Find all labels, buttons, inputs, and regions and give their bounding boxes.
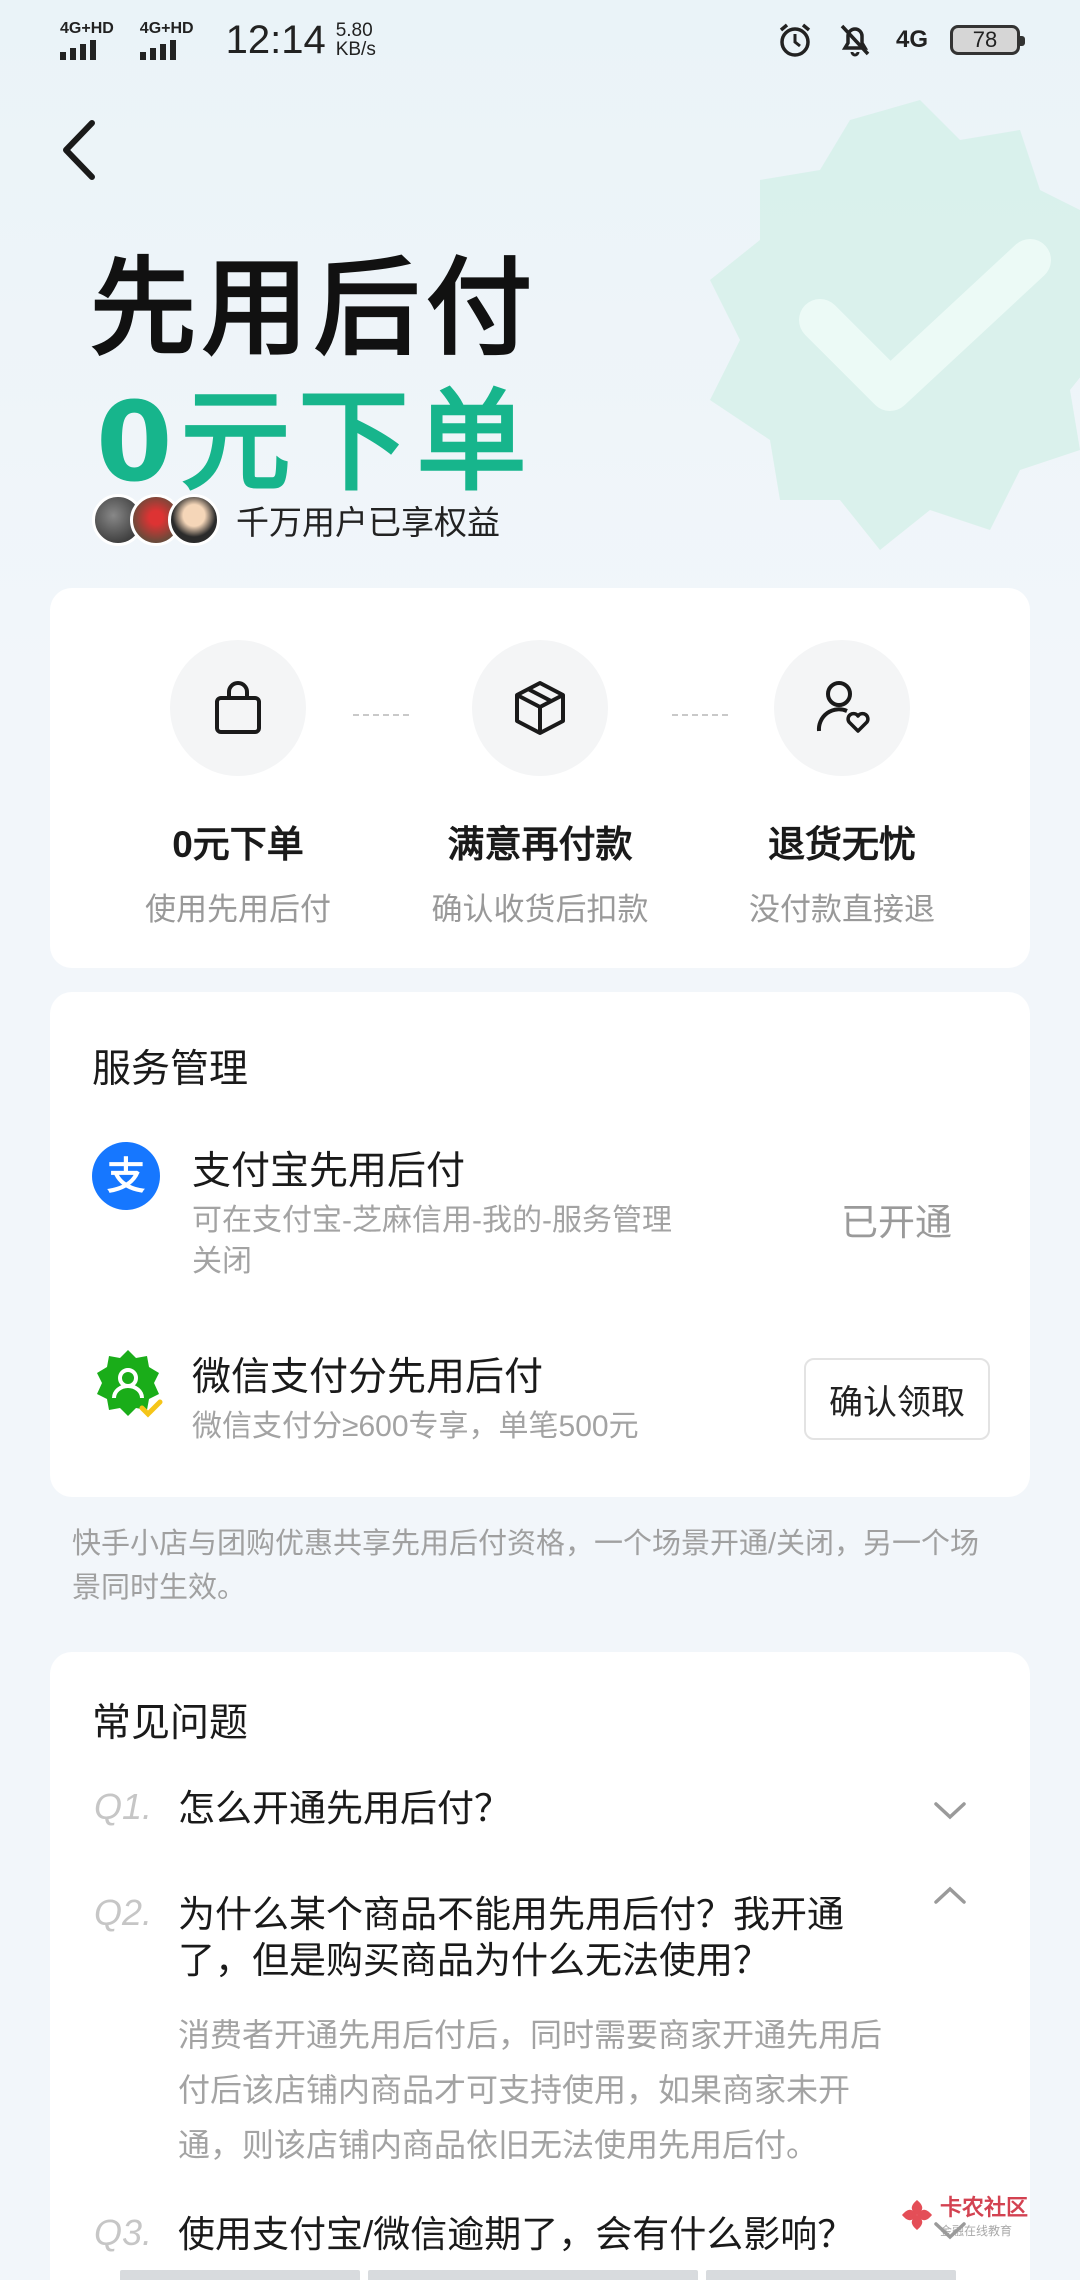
alarm-icon [779, 23, 811, 57]
battery-icon: 78 [950, 25, 1025, 55]
signal-indicator-1: 4G+HD [60, 20, 114, 60]
page-subtitle: 0元下单 [96, 378, 535, 506]
service-management-card: 服务管理 支 支付宝先用后付 可在支付宝-芝麻信用-我的-服务管理 关闭 已开通… [50, 992, 1030, 1497]
sharing-note: 快手小店与团购优惠共享先用后付资格，一个场景开通/关闭，另一个场景同时生效。 [72, 1528, 980, 1604]
status-bar: 4G+HD 4G+HD 12:14 5.80 KB/s 4G 78 [0, 0, 1080, 80]
user-heart-icon [816, 681, 870, 733]
alipay-service-title: 支付宝先用后付 [192, 1150, 466, 1193]
package-box-icon [515, 681, 565, 735]
avatar [168, 494, 220, 546]
back-arrow-icon[interactable] [56, 115, 106, 185]
wechat-service-desc: 微信支付分≥600专享，单笔500元 [192, 1410, 639, 1443]
signal-bars-icon [139, 39, 176, 60]
verified-badge-decoration [710, 100, 1080, 550]
watermark: 卡农社区 金融在线教育 [900, 2190, 1028, 2239]
faq-item-q3[interactable]: Q3. 使用支付宝/微信逾期了，会有什么影响？ [94, 2212, 854, 2258]
user-avatars-row: 千万用户已享权益 [92, 494, 500, 546]
faq-item-q2[interactable]: Q2. 为什么某个商品不能用先用后付？我开通 了，但是购买商品为什么无法使用？ [94, 1892, 844, 1984]
chevron-down-icon[interactable] [932, 1798, 968, 1822]
alipay-icon: 支 [92, 1142, 160, 1210]
signal-indicator-2: 4G+HD [139, 20, 194, 60]
chevron-up-icon[interactable] [932, 1884, 968, 1908]
alipay-glyph: 支 [107, 1154, 145, 1198]
network-speed: 5.80 KB/s [335, 20, 376, 60]
benefits-card: 0元下单 使用先用后付 满意再付款 确认收货后扣款 退货无忧 没付款直接退 [50, 588, 1030, 968]
section-title: 常见问题 [92, 1702, 249, 1745]
signal-bars-icon [60, 39, 96, 60]
benefit-easy-return: 退货无忧 没付款直接退 [692, 640, 992, 929]
benefit-pay-later: 满意再付款 确认收货后扣款 [390, 640, 690, 929]
alipay-status: 已开通 [841, 1202, 952, 1243]
confirm-claim-button[interactable]: 确认领取 [804, 1358, 990, 1440]
wechat-service-title: 微信支付分先用后付 [192, 1356, 544, 1399]
section-title: 服务管理 [92, 1048, 249, 1091]
benefit-zero-order: 0元下单 使用先用后付 [88, 640, 388, 929]
faq-answer-q2: 消费者开通先用后付后，同时需要商家开通先用后 付后该店铺内商品才可支持使用，如果… [178, 2017, 883, 2163]
bottom-edge [120, 2270, 956, 2280]
faq-card: 常见问题 Q1. 怎么开通先用后付？ Q2. 为什么某个商品不能用先用后付？我开… [50, 1652, 1030, 2280]
shopping-bag-icon [215, 681, 261, 734]
mute-bell-icon [840, 24, 870, 57]
network-type: 4G [895, 26, 928, 53]
users-count-text: 千万用户已享权益 [236, 504, 500, 541]
wechat-pay-score-icon [97, 1350, 163, 1418]
faq-item-q1[interactable]: Q1. 怎么开通先用后付？ [94, 1786, 511, 1832]
watermark-logo-icon [902, 2199, 932, 2230]
clock: 12:14 [225, 17, 326, 62]
alipay-service-desc: 可在支付宝-芝麻信用-我的-服务管理 关闭 [192, 1204, 672, 1278]
